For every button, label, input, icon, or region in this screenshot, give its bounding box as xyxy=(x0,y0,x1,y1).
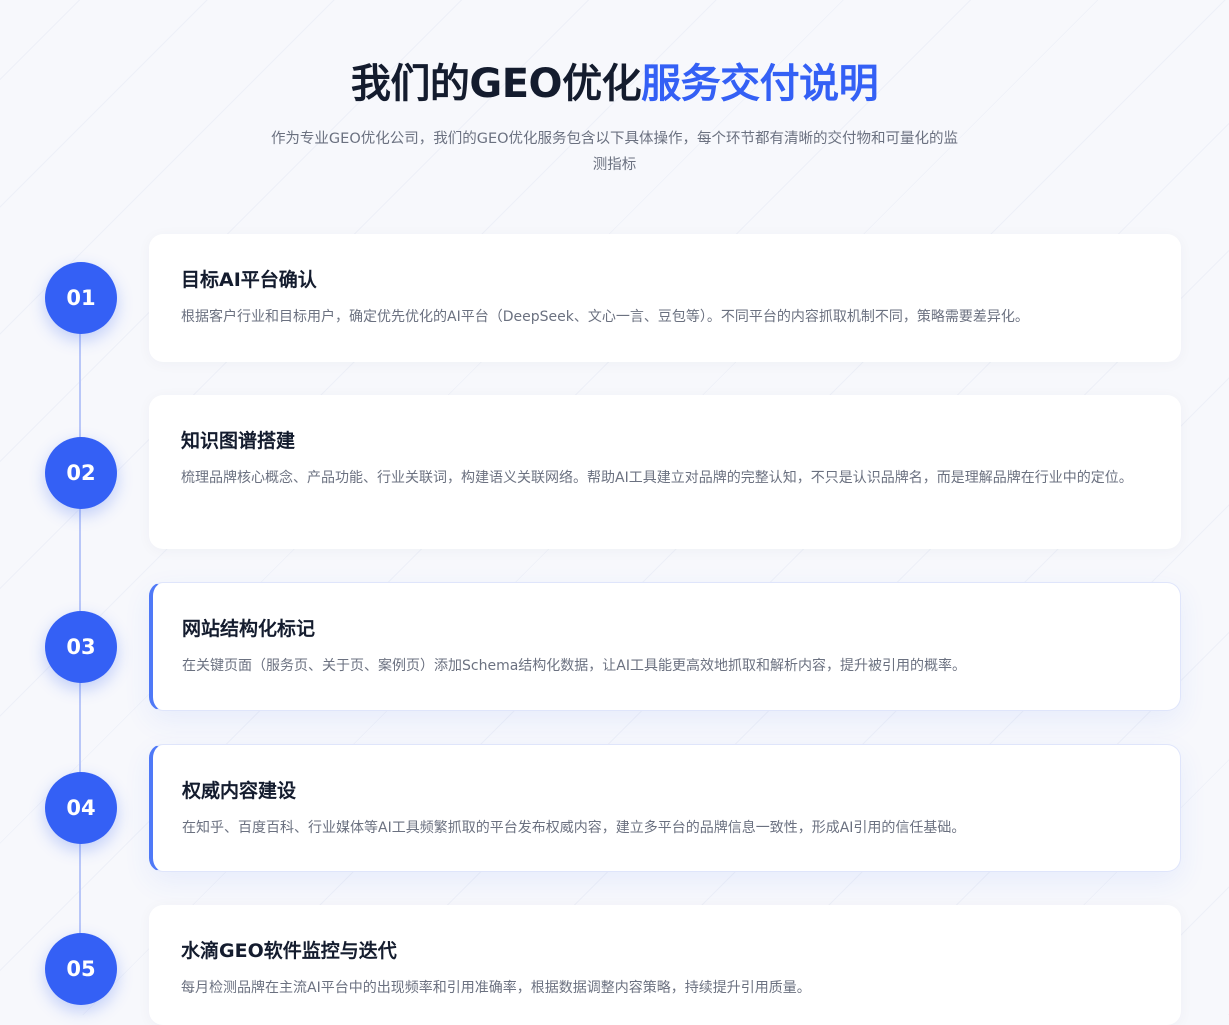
page-subtitle: 作为专业GEO优化公司，我们的GEO优化服务包含以下具体操作，每个环节都有清晰的… xyxy=(270,131,959,173)
step-number-circle: 03 xyxy=(45,611,117,683)
step-number-circle: 02 xyxy=(45,437,117,509)
section-header: 我们的GEO优化服务交付说明 作为专业GEO优化公司，我们的GEO优化服务包含以… xyxy=(0,56,1229,178)
page-title: 我们的GEO优化服务交付说明 xyxy=(0,56,1229,112)
step-description: 在知乎、百度百科、行业媒体等AI工具频繁抓取的平台发布权威内容，建立多平台的品牌… xyxy=(182,820,966,836)
step-number-circle: 05 xyxy=(45,933,117,1005)
step-description: 梳理品牌核心概念、产品功能、行业关联词，构建语义关联网络。帮助AI工具建立对品牌… xyxy=(181,470,1133,486)
step-card-authority-content[interactable]: 权威内容建设 在知乎、百度百科、行业媒体等AI工具频繁抓取的平台发布权威内容，建… xyxy=(149,744,1181,872)
title-accent: 服务交付说明 xyxy=(641,61,879,107)
title-main: 我们的GEO优化 xyxy=(350,61,642,107)
step-title: 水滴GEO软件监控与迭代 xyxy=(181,940,397,962)
step-title: 知识图谱搭建 xyxy=(181,430,296,452)
step-number-circle: 04 xyxy=(45,772,117,844)
step-description: 每月检测品牌在主流AI平台中的出现频率和引用准确率，根据数据调整内容策略，持续提… xyxy=(181,980,811,996)
step-description: 在关键页面（服务页、关于页、案例页）添加Schema结构化数据，让AI工具能更高… xyxy=(182,658,966,674)
step-card-monitoring-iteration[interactable]: 水滴GEO软件监控与迭代 每月检测品牌在主流AI平台中的出现频率和引用准确率，根… xyxy=(149,905,1181,1025)
step-card-target-ai-platform[interactable]: 目标AI平台确认 根据客户行业和目标用户，确定优先优化的AI平台（DeepSee… xyxy=(149,234,1181,362)
step-title: 网站结构化标记 xyxy=(182,618,316,640)
step-title: 目标AI平台确认 xyxy=(181,269,317,291)
step-title: 权威内容建设 xyxy=(182,780,297,802)
step-card-structured-markup[interactable]: 网站结构化标记 在关键页面（服务页、关于页、案例页）添加Schema结构化数据，… xyxy=(149,582,1181,711)
step-number-circle: 01 xyxy=(45,262,117,334)
step-description: 根据客户行业和目标用户，确定优先优化的AI平台（DeepSeek、文心一言、豆包… xyxy=(181,309,1029,325)
step-card-knowledge-graph[interactable]: 知识图谱搭建 梳理品牌核心概念、产品功能、行业关联词，构建语义关联网络。帮助AI… xyxy=(149,395,1181,549)
